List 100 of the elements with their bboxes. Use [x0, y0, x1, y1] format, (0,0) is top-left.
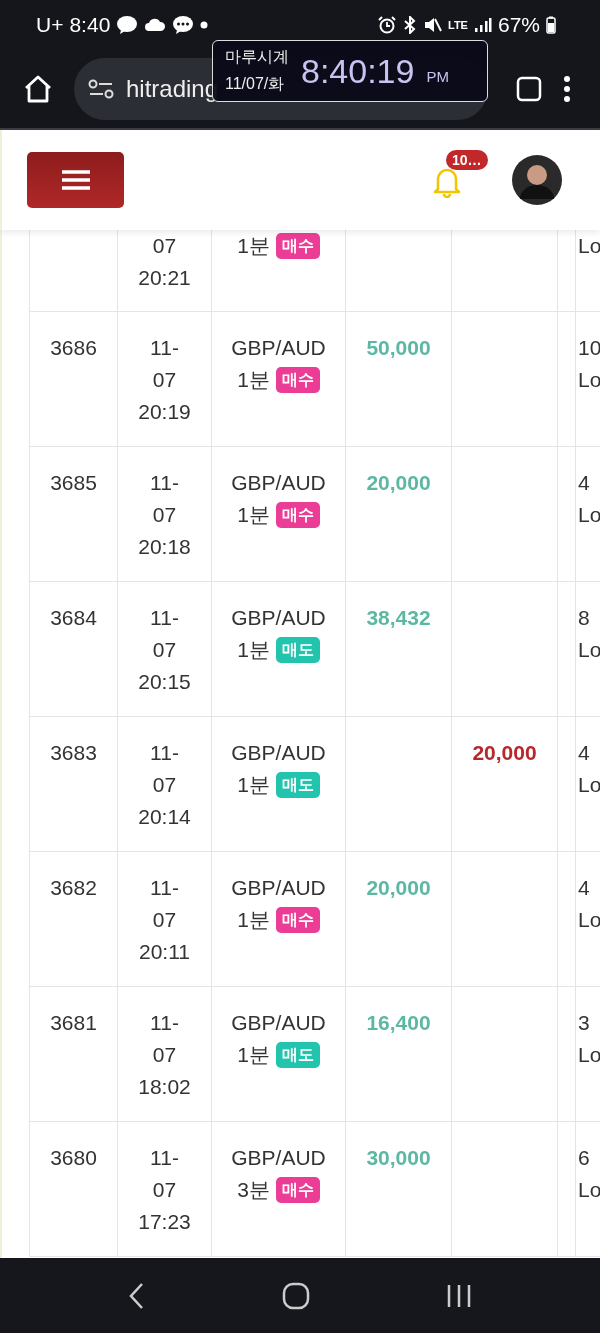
- signal-icon: [473, 17, 492, 33]
- trade-tag: 매수: [275, 233, 320, 259]
- lots-text: Lo: [578, 1042, 600, 1068]
- date-text: 07: [152, 1177, 177, 1203]
- alarm-icon: [378, 16, 396, 34]
- lots-text: Lo: [578, 1177, 600, 1203]
- pair-text: GBP/AUD: [231, 605, 326, 631]
- row-id: 3685: [50, 470, 97, 496]
- status-time: 8:40: [69, 13, 111, 37]
- profit-amount: 30,000: [366, 1145, 431, 1171]
- period-text: 1분: [237, 1042, 270, 1068]
- lots-text: Lo: [578, 637, 600, 663]
- avatar-icon[interactable]: [512, 155, 562, 205]
- lots-text: Lo: [578, 233, 600, 259]
- profit-amount: 20,000: [366, 470, 431, 496]
- period-text: 1분: [237, 907, 270, 933]
- date-text: 20:15: [138, 669, 191, 695]
- date-text: 17:23: [138, 1209, 191, 1235]
- chat-bubble-icon: [116, 15, 139, 35]
- date-text: 07: [152, 907, 177, 933]
- carrier-label: U+: [36, 13, 64, 37]
- notification-badge: 10…: [446, 150, 488, 170]
- date-text: 18:02: [138, 1074, 191, 1100]
- pair-text: GBP/AUD: [231, 1145, 326, 1171]
- row-id: 3680: [50, 1145, 97, 1171]
- period-text: 1분: [237, 233, 270, 259]
- trade-tag: 매수: [275, 367, 320, 393]
- pair-text: GBP/AUD: [231, 1010, 326, 1036]
- lots-text: 4: [578, 740, 590, 766]
- date-text: 11-: [150, 1010, 179, 1036]
- more-menu-icon[interactable]: [562, 74, 572, 104]
- period-text: 1분: [237, 637, 270, 663]
- date-text: 07: [152, 772, 177, 798]
- date-text: 11-: [150, 1145, 179, 1171]
- period-text: 3분: [237, 1177, 270, 1203]
- trade-tag: 매도: [275, 772, 320, 798]
- site-settings-icon[interactable]: [88, 78, 114, 100]
- dot-icon: [200, 21, 209, 29]
- clock-date: 11/07/화: [225, 74, 286, 94]
- row-id: 3686: [50, 335, 97, 361]
- trade-tag: 매도: [275, 637, 320, 663]
- cloud-icon: [144, 18, 167, 32]
- date-text: 11-: [150, 740, 179, 766]
- tabs-icon[interactable]: [516, 76, 542, 102]
- profit-amount: 50,000: [366, 335, 431, 361]
- lots-text: 3: [578, 1010, 590, 1036]
- date-text: 11-: [150, 605, 179, 631]
- trade-tag: 매수: [275, 502, 320, 528]
- pair-text: GBP/AUD: [231, 470, 326, 496]
- date-text: 11-: [150, 875, 179, 901]
- date-text: 20:11: [139, 939, 190, 965]
- date-text: 20:19: [138, 399, 191, 425]
- lots-text: 6: [578, 1145, 590, 1171]
- pair-text: GBP/AUD: [231, 335, 326, 361]
- home-button-icon[interactable]: [282, 1281, 310, 1310]
- trade-tag: 매도: [275, 1042, 320, 1068]
- date-text: 07: [152, 502, 177, 528]
- date-text: 20:18: [138, 534, 191, 560]
- trade-tag: 매수: [275, 907, 320, 933]
- pair-text: GBP/AUD: [231, 740, 326, 766]
- lots-text: Lo: [578, 502, 600, 528]
- period-text: 1분: [237, 367, 270, 393]
- menu-icon[interactable]: [60, 169, 91, 191]
- date-text: 07: [152, 1042, 177, 1068]
- clock-ampm: PM: [426, 67, 449, 85]
- profit-amount: 20,000: [366, 875, 431, 901]
- battery-percent: 67%: [497, 13, 540, 37]
- date-text: 07: [152, 637, 177, 663]
- date-text: 07: [152, 367, 177, 393]
- date-text: 11-: [150, 470, 179, 496]
- menu-button[interactable]: [27, 152, 124, 208]
- lots-text: Lo: [578, 772, 600, 798]
- lots-text: Lo: [578, 367, 600, 393]
- period-text: 1분: [237, 502, 270, 528]
- date-text: 11-: [150, 335, 179, 361]
- period-text: 1분: [237, 772, 270, 798]
- profit-amount: 38,432: [366, 605, 431, 631]
- lots-text: 10: [578, 335, 600, 361]
- network-label: LTE: [448, 19, 468, 31]
- clock-title: 마루시계: [225, 47, 289, 67]
- lots-text: 8: [578, 605, 590, 631]
- row-id: 3684: [50, 605, 97, 631]
- date-text: 20:14: [138, 804, 191, 830]
- row-id: 3681: [50, 1010, 97, 1036]
- row-id: 3682: [50, 875, 97, 901]
- row-id: 3683: [50, 740, 97, 766]
- date-text: 07: [152, 233, 177, 259]
- loss-amount: 20,000: [472, 740, 537, 766]
- bluetooth-icon: [402, 16, 418, 34]
- trade-tag: 매수: [275, 1177, 320, 1203]
- profit-amount: 16,400: [366, 1010, 431, 1036]
- pair-text: GBP/AUD: [231, 875, 326, 901]
- lots-text: Lo: [578, 907, 600, 933]
- message-icon: [172, 15, 195, 35]
- date-text: 20:21: [138, 265, 191, 291]
- lots-text: 4: [578, 470, 590, 496]
- lots-text: 4: [578, 875, 590, 901]
- battery-icon: [546, 16, 556, 34]
- clock-time: 8:40:19: [301, 51, 415, 91]
- mute-icon: [424, 16, 442, 34]
